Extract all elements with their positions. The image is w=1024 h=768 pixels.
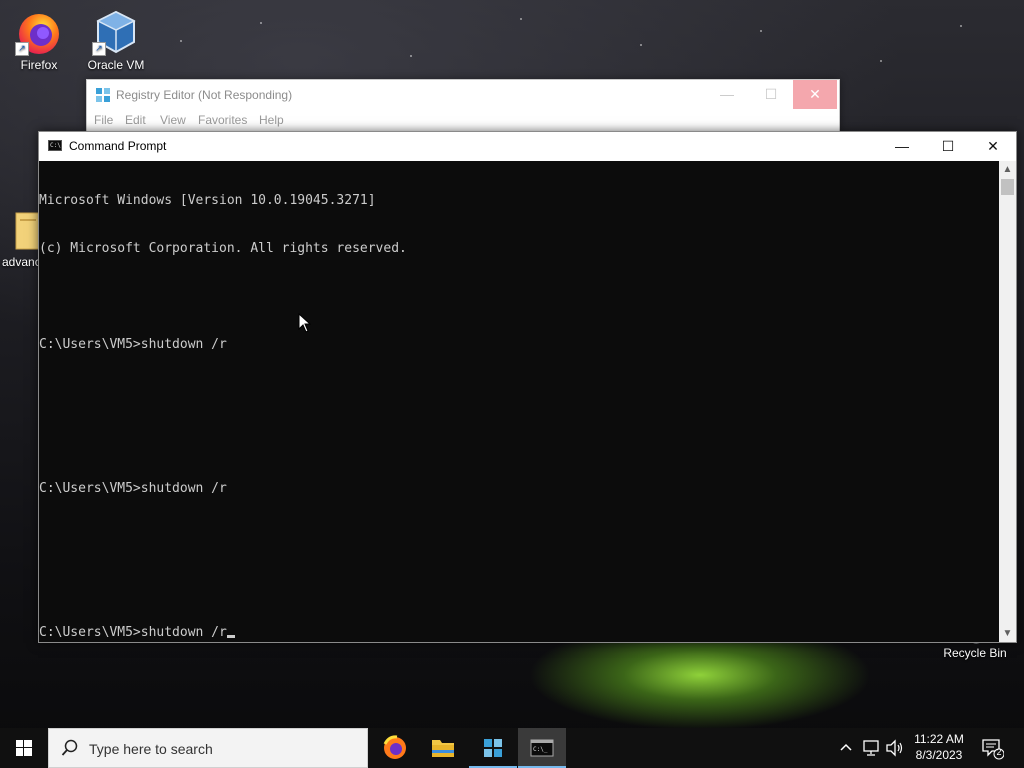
shortcut-arrow-icon: ↗ (92, 42, 106, 56)
firefox-icon (383, 735, 406, 759)
menu-item-view[interactable]: View (160, 113, 186, 127)
desktop-icon-virtualbox[interactable]: ↗ Oracle VM VirtualB... (78, 4, 154, 72)
taskbar-app-firefox[interactable] (371, 728, 419, 768)
virtualbox-icon: ↗ (92, 8, 140, 56)
clock-time: 11:22 AM (914, 732, 964, 746)
star (180, 40, 182, 42)
star (520, 18, 522, 20)
desktop: ↗ Firefox ↗ Oracle VM VirtualB... advanc (0, 0, 1024, 768)
taskbar-app-registry-editor[interactable] (469, 728, 517, 768)
menu-item-help[interactable]: Help (259, 113, 284, 127)
star (410, 55, 412, 57)
console-output[interactable]: Microsoft Windows [Version 10.0.19045.32… (39, 161, 999, 642)
registry-editor-titlebar[interactable]: Registry Editor (Not Responding) — ☐ ✕ (87, 80, 839, 110)
command-prompt-icon: C:\_ (530, 739, 554, 757)
window-title: Command Prompt (69, 139, 167, 153)
taskbar-app-command-prompt[interactable]: C:\_ (518, 728, 566, 768)
menu-item-file[interactable]: File (94, 113, 113, 127)
search-icon (61, 739, 79, 757)
minimize-button[interactable]: — (705, 80, 749, 109)
console-prompt-line[interactable]: C:\Users\VM5>shutdown /r (39, 625, 999, 641)
command-prompt-titlebar[interactable]: C:\ Command Prompt — ☐ ✕ (39, 132, 1016, 161)
desktop-icon-firefox[interactable]: ↗ Firefox (1, 4, 77, 72)
desktop-icon-label: Oracle VM VirtualB... (87, 58, 145, 72)
taskbar-app-file-explorer[interactable] (419, 728, 467, 768)
notification-center-button[interactable]: 2 (980, 736, 1005, 760)
star (260, 22, 262, 24)
console-line: C:\Users\VM5>shutdown /r (39, 481, 227, 496)
close-button[interactable]: ✕ (793, 80, 837, 109)
registry-editor-icon (95, 87, 111, 103)
star (640, 44, 642, 46)
console-line: C:\Users\VM5>shutdown /r (39, 337, 227, 352)
file-icon (2, 209, 42, 253)
scroll-up-arrow-icon[interactable]: ▲ (999, 161, 1016, 178)
star (760, 30, 762, 32)
clock-date: 8/3/2023 (915, 748, 963, 762)
text-cursor (226, 635, 235, 638)
desktop-icon-label: Recycle Bin (943, 646, 1007, 660)
star (960, 25, 962, 27)
folder-icon (432, 740, 454, 757)
start-button[interactable] (0, 728, 48, 768)
window-title: Registry Editor (Not Responding) (116, 88, 293, 102)
taskbar: Type here to search C:\_ 11:22 AM 8/3/20… (0, 728, 1024, 768)
menu-item-favorites[interactable]: Favorites (198, 113, 247, 127)
menu-bar: File Edit View Favorites Help (87, 110, 839, 132)
show-hidden-icons-chevron-up-icon[interactable] (838, 737, 854, 760)
search-placeholder: Type here to search (89, 741, 213, 757)
svg-text:C:\_: C:\_ (533, 746, 548, 753)
console-line: (c) Microsoft Corporation. All rights re… (39, 241, 407, 256)
star (880, 60, 882, 62)
scrollbar-thumb[interactable] (1001, 179, 1014, 195)
mouse-pointer-icon (298, 312, 312, 333)
notification-count-badge: 2 (996, 747, 1002, 757)
taskbar-search-box[interactable]: Type here to search (48, 728, 368, 768)
volume-icon[interactable] (885, 738, 905, 761)
shortcut-arrow-icon: ↗ (15, 42, 29, 56)
maximize-button[interactable]: ☐ (925, 132, 971, 161)
menu-item-edit[interactable]: Edit (125, 113, 146, 127)
desktop-icon-label: Firefox (20, 58, 58, 72)
close-button[interactable]: ✕ (970, 132, 1016, 161)
windows-logo-icon (16, 740, 32, 756)
command-prompt-window[interactable]: C:\ Command Prompt — ☐ ✕ Microsoft Windo… (38, 131, 1017, 643)
registry-editor-icon (484, 739, 502, 757)
command-prompt-icon: C:\ (48, 140, 62, 151)
system-clock[interactable]: 11:22 AM 8/3/2023 (906, 731, 972, 763)
firefox-icon: ↗ (15, 8, 63, 56)
minimize-button[interactable]: — (879, 132, 925, 161)
maximize-button[interactable]: ☐ (749, 80, 793, 109)
vertical-scrollbar[interactable]: ▲ ▼ (999, 161, 1016, 642)
console-line: Microsoft Windows [Version 10.0.19045.32… (39, 193, 376, 208)
registry-editor-window[interactable]: Registry Editor (Not Responding) — ☐ ✕ F… (86, 79, 840, 133)
network-icon[interactable] (862, 738, 880, 761)
console-line-text: C:\Users\VM5>shutdown /r (39, 625, 227, 640)
scroll-down-arrow-icon[interactable]: ▼ (999, 625, 1016, 642)
